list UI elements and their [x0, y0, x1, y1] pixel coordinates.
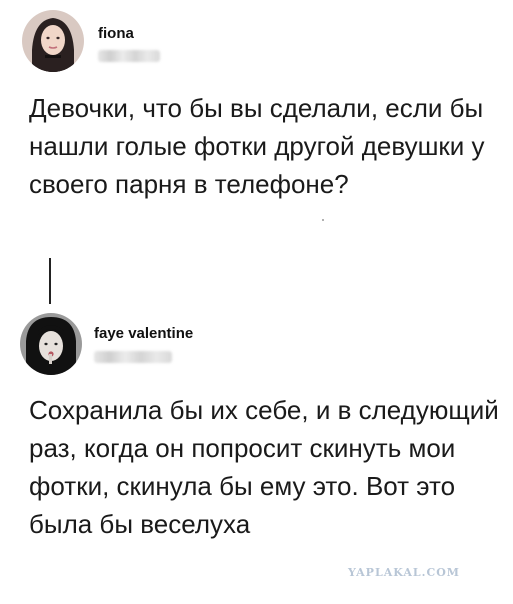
blurred-handle	[94, 351, 172, 363]
avatar-faye-valentine[interactable]	[20, 313, 82, 375]
site-watermark: YAPLAKAL.COM	[348, 566, 460, 579]
blurred-handle	[98, 50, 160, 62]
username[interactable]: faye valentine	[94, 325, 193, 342]
post-text: Девочки, что бы вы сделали, если бы нашл…	[29, 93, 485, 199]
post-text: Сохранила бы их себе, и в следующий раз,…	[29, 395, 499, 539]
thread-connector-line	[49, 258, 51, 304]
username[interactable]: fiona	[98, 25, 134, 42]
avatar-faye-valentine-image	[20, 313, 82, 375]
image-speck	[322, 219, 324, 221]
avatar-fiona[interactable]	[22, 10, 84, 72]
avatar-fiona-image	[22, 10, 84, 72]
